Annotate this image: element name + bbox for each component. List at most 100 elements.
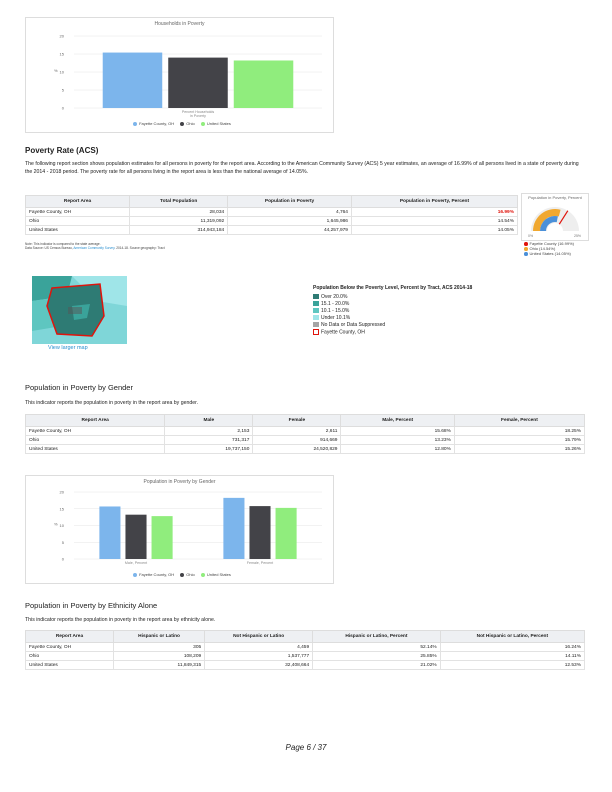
column-header: Not Hispanic or Latino, Percent xyxy=(439,630,586,643)
table-cell: 28,034 xyxy=(129,207,229,217)
gender-description: This indicator reports the population in… xyxy=(25,400,199,406)
table-cell: 19,737,150 xyxy=(164,444,254,454)
map-legend-item: Under 10.1% xyxy=(313,315,385,322)
table-cell: 108,209 xyxy=(112,651,206,661)
table-cell: 11,849,315 xyxy=(112,660,206,670)
section-heading-gender: Population in Poverty by Gender xyxy=(25,383,133,392)
y-axis-label: % xyxy=(54,522,58,527)
chart-legend: Fayette County, OH Ohio United States xyxy=(26,572,333,577)
y-tick-label: 0 xyxy=(62,557,65,562)
legend-label: 10.1 - 15.0% xyxy=(321,308,350,314)
table-cell: 2,611 xyxy=(252,426,342,436)
table-cell: United States xyxy=(24,444,166,454)
ethnicity-description: This indicator reports the population in… xyxy=(25,617,216,623)
poverty-gauge: Population in Poverty, Percent 0% 25% xyxy=(521,193,589,241)
legend-label: Fayette County, OH xyxy=(139,121,175,126)
table-row: United States 314,943,184 44,257,979 14.05% xyxy=(24,225,519,235)
legend-dot-ohio xyxy=(180,121,185,126)
table-row: Ohio 11,319,092 1,645,986 14.54% xyxy=(24,216,519,226)
column-header: Total Population xyxy=(129,195,229,208)
table-cell: 731,317 xyxy=(164,435,254,445)
y-tick-label: 15 xyxy=(60,506,65,511)
view-larger-map-link[interactable]: View larger map xyxy=(48,345,88,351)
table-row: United States 11,849,315 32,408,664 21.02% 1… xyxy=(25,660,586,670)
table-cell: 1,645,986 xyxy=(227,216,352,226)
poverty-map[interactable] xyxy=(32,276,127,344)
legend-swatch xyxy=(313,322,319,328)
gauge-legend: Fayette County (16.99%) Ohio (14.54%) Un… xyxy=(524,241,574,256)
gender-table: Report Area Male Female Male, Percent Female… xyxy=(24,414,586,454)
table-row: United States 19,737,150 24,520,829 12.80% 1… xyxy=(24,444,586,454)
column-header: Not Hispanic or Latino xyxy=(204,630,314,643)
households-poverty-plot: 0 5 10 15 20% Percent Households in Poverty xyxy=(54,34,322,118)
section-heading-poverty-rate: Poverty Rate (ACS) xyxy=(25,146,99,155)
households-poverty-chart: Households in Poverty 0 5 10 15 20% Percent H… xyxy=(25,17,334,133)
table-cell: 44,257,979 xyxy=(227,225,352,235)
bar xyxy=(275,507,297,559)
poverty-rate-table: Report Area Total Population Population in… xyxy=(24,195,519,235)
page-number: Page 6 / 37 xyxy=(285,743,327,752)
map-legend-item: Over 20.0% xyxy=(313,294,385,301)
y-tick-label: 15 xyxy=(60,52,65,57)
section-heading-ethnicity: Population in Poverty by Ethnicity Alone xyxy=(25,601,158,610)
legend-swatch xyxy=(313,315,319,321)
table-cell: 11,319,092 xyxy=(129,216,229,226)
source-link[interactable]: American Community Survey xyxy=(73,246,114,250)
x-tick-label: Female, Percent xyxy=(247,561,273,565)
gauge-min: 0% xyxy=(528,234,534,238)
map-graphic xyxy=(32,276,127,344)
bar xyxy=(223,497,245,559)
table-row: Fayette County, OH 28,034 4,764 16.99% xyxy=(24,207,519,217)
table-cell: 305 xyxy=(112,642,206,652)
table-cell: 15.79% xyxy=(453,435,586,445)
y-tick-label: 10 xyxy=(60,523,65,528)
map-legend-item: No Data or Data Suppressed xyxy=(313,322,385,329)
bar xyxy=(125,514,147,559)
table-cell: 14.11% xyxy=(439,651,586,661)
y-tick-label: 5 xyxy=(62,88,65,93)
column-header: Female, Percent xyxy=(453,414,586,427)
column-header: Report Area xyxy=(24,195,131,208)
y-tick-label: 0 xyxy=(62,106,65,111)
table-cell: Ohio xyxy=(24,435,166,445)
gender-poverty-chart: Population in Poverty by Gender 0 5 10 15 20… xyxy=(25,475,334,584)
table-cell: United States xyxy=(24,225,131,235)
table-cell: 18.25% xyxy=(453,426,586,436)
table-row: Ohio 731,317 914,669 13.23% 15.79% xyxy=(24,435,586,445)
bar xyxy=(151,516,173,559)
column-header: Report Area xyxy=(25,630,114,643)
poverty-rate-description: The following report section shows popul… xyxy=(25,161,579,175)
table-row: Fayette County, OH 2,153 2,611 15.68% 18.25% xyxy=(24,426,586,436)
column-header: Male xyxy=(164,414,254,427)
table-cell: 314,943,184 xyxy=(129,225,229,235)
chart-title: Households in Poverty xyxy=(154,21,205,27)
bar xyxy=(249,506,271,559)
legend-dot-fayette xyxy=(133,121,138,126)
map-legend-item: 15.1 - 20.0% xyxy=(313,301,385,308)
x-tick-label: Male, Percent xyxy=(125,561,147,565)
map-legend: Over 20.0% 15.1 - 20.0% 10.1 - 15.0% Under … xyxy=(313,294,385,336)
table-cell: 52.14% xyxy=(312,642,441,652)
legend-label: Over 20.0% xyxy=(321,294,348,300)
table-cell: United States xyxy=(25,660,114,670)
table-cell: 16.99% xyxy=(350,207,519,217)
poverty-note: Note: This indicator is compared to the … xyxy=(25,242,165,250)
legend-dot-us xyxy=(200,121,205,126)
table-cell: 4,459 xyxy=(204,642,314,652)
table-cell: 24,520,829 xyxy=(252,444,342,454)
table-cell: 16.24% xyxy=(439,642,586,652)
column-header: Female xyxy=(252,414,342,427)
y-tick-label: 20 xyxy=(60,490,65,495)
table-cell: 1,537,777 xyxy=(204,651,314,661)
table-cell: 914,669 xyxy=(252,435,342,445)
legend-label: United States xyxy=(206,572,231,577)
table-cell: 12.53% xyxy=(439,660,586,670)
table-cell: Fayette County, OH xyxy=(24,207,131,217)
map-title: Population Below the Poverty Level, Perc… xyxy=(313,285,473,291)
bar xyxy=(168,57,228,108)
column-header: Population in Poverty, Percent xyxy=(350,195,519,208)
legend-label: Ohio xyxy=(186,121,195,126)
table-cell: 2,153 xyxy=(164,426,254,436)
table-cell: 25.85% xyxy=(312,651,441,661)
y-axis-label: % xyxy=(54,68,58,73)
